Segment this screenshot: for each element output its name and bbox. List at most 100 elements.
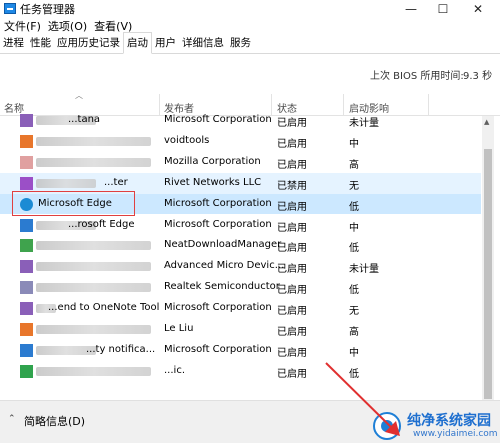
redacted-name <box>36 157 151 167</box>
app-icon <box>20 302 33 316</box>
status: 已启用 <box>277 138 307 150</box>
close-button[interactable]: ✕ <box>462 0 494 17</box>
minimize-button[interactable]: — <box>395 0 427 17</box>
publisher: Realtek Semiconductor <box>164 281 280 293</box>
publisher: Microsoft Corporation <box>164 114 272 125</box>
publisher: Microsoft Corporation <box>164 218 272 230</box>
app-name: ...ter <box>104 176 128 188</box>
sort-up-icon: ︿ <box>75 91 83 100</box>
startup-impact: 低 <box>349 368 359 380</box>
publisher: NeatDownloadManager <box>164 239 282 251</box>
startup-impact: 中 <box>349 222 359 234</box>
table-row[interactable]: voidtools 已启用 中 <box>0 131 481 152</box>
publisher: Microsoft Corporation <box>164 197 272 209</box>
highlight-box <box>12 191 135 216</box>
table-row[interactable]: ...rosoft Edge Microsoft Corporation 已启用 中 <box>0 215 481 236</box>
startup-impact: 无 <box>349 306 359 318</box>
status: 已启用 <box>277 222 307 234</box>
scroll-thumb[interactable] <box>484 149 492 399</box>
status: 已启用 <box>277 368 307 380</box>
publisher: Microsoft Corporation <box>164 343 272 355</box>
table-row[interactable]: Mozilla Corporation 已启用 高 <box>0 152 481 173</box>
startup-impact: 中 <box>349 347 359 359</box>
bios-time-value: 9.3 秒 <box>463 71 493 82</box>
status: 已启用 <box>277 201 307 213</box>
app-icon <box>20 239 33 253</box>
startup-list: ...tana Microsoft Corporation 已启用 未计量 voidto… <box>0 110 481 400</box>
watermark: 纯净系统家园 www.yidaimei.com <box>373 407 500 443</box>
fewer-details-button[interactable]: 简略信息(D) <box>24 413 85 429</box>
startup-impact: 高 <box>349 327 359 338</box>
table-row[interactable]: Le Liu 已启用 高 <box>0 319 481 340</box>
publisher: Rivet Networks LLC <box>164 176 262 188</box>
table-row[interactable]: Realtek Semiconductor 已启用 低 <box>0 277 481 298</box>
tab-details[interactable]: 详细信息 <box>179 33 227 53</box>
startup-impact: 低 <box>349 285 359 297</box>
table-row[interactable]: NeatDownloadManager 已启用 低 <box>0 235 481 256</box>
status: 已启用 <box>277 118 307 129</box>
app-name: ...tana <box>68 114 101 125</box>
startup-impact: 未计量 <box>349 264 379 276</box>
table-row[interactable]: ...end to OneNote Tool Microsoft Corporat… <box>0 298 481 319</box>
maximize-button[interactable]: ☐ <box>427 0 459 17</box>
title-bar: 任务管理器 — ☐ ✕ <box>0 0 500 17</box>
redacted-name <box>36 283 151 293</box>
tab-startup[interactable]: 启动 <box>123 32 152 54</box>
publisher: voidtools <box>164 134 210 146</box>
startup-impact: 中 <box>349 138 359 150</box>
app-icon <box>20 323 33 336</box>
status: 已启用 <box>277 327 307 338</box>
app-icon <box>20 260 33 274</box>
tab-services[interactable]: 服务 <box>227 33 254 53</box>
menu-bar: 文件(F) 选项(O) 查看(V) <box>0 17 500 34</box>
redacted-name <box>36 178 96 188</box>
tab-processes[interactable]: 进程 <box>0 33 27 53</box>
app-name: ...rosoft Edge <box>68 218 135 230</box>
window-title: 任务管理器 <box>20 2 75 16</box>
table-row[interactable]: ...tana Microsoft Corporation 已启用 未计量 <box>0 110 481 131</box>
tab-performance[interactable]: 性能 <box>27 33 54 53</box>
task-manager-icon <box>4 3 16 14</box>
startup-impact: 无 <box>349 180 359 192</box>
status: 已启用 <box>277 243 307 255</box>
app-icon <box>20 114 33 127</box>
startup-impact: 未计量 <box>349 118 379 129</box>
startup-impact: 高 <box>349 159 359 171</box>
menu-options[interactable]: 选项(O) <box>45 18 90 34</box>
publisher: Mozilla Corporation <box>164 155 261 167</box>
status: 已禁用 <box>277 180 307 192</box>
app-icon <box>20 155 33 169</box>
status: 已启用 <box>277 159 307 171</box>
chevron-up-icon[interactable]: ⌃ <box>8 414 16 424</box>
table-row[interactable]: Advanced Micro Devic... 已启用 未计量 <box>0 256 481 277</box>
startup-impact: 低 <box>349 243 359 255</box>
app-icon <box>20 134 33 148</box>
app-icon <box>20 176 33 190</box>
tab-users[interactable]: 用户 <box>152 33 179 53</box>
redacted-name <box>36 262 151 272</box>
table-row[interactable]: ...ty notifica... Microsoft Corporation 已启… <box>0 340 481 361</box>
watermark-title: 纯净系统家园 <box>407 413 491 429</box>
app-icon <box>20 364 33 378</box>
tab-strip: 进程 性能 应用历史记录 启动 用户 详细信息 服务 <box>0 32 500 54</box>
status: 已启用 <box>277 285 307 297</box>
menu-file[interactable]: 文件(F) <box>1 18 44 34</box>
redacted-name <box>36 366 151 376</box>
publisher: Le Liu <box>164 323 194 334</box>
table-row[interactable]: ...ic. 已启用 低 <box>0 361 481 382</box>
watermark-logo-icon <box>373 412 401 440</box>
scroll-up-icon[interactable]: ▲ <box>484 118 489 126</box>
publisher: Microsoft Corporation <box>164 302 272 314</box>
app-name: ...end to OneNote Tool <box>48 302 160 314</box>
redacted-name <box>36 325 151 334</box>
app-icon <box>20 218 33 232</box>
status: 已启用 <box>277 347 307 359</box>
redacted-name <box>36 241 151 251</box>
publisher: Advanced Micro Devic... <box>164 260 285 272</box>
tab-app-history[interactable]: 应用历史记录 <box>54 33 123 53</box>
startup-impact: 低 <box>349 201 359 213</box>
app-icon <box>20 343 33 357</box>
bios-time-label: 上次 BIOS 所用时间: <box>370 71 464 82</box>
app-icon <box>20 281 33 295</box>
watermark-url: www.yidaimei.com <box>413 429 498 439</box>
